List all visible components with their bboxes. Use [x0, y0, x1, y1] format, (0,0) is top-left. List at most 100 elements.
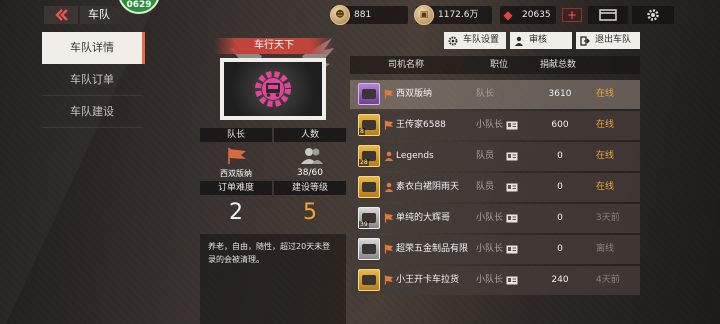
id-card-icon[interactable]	[506, 214, 518, 223]
member-avatar[interactable]: 28	[358, 145, 380, 167]
captain-label: 队长	[200, 128, 272, 142]
shop-button[interactable]	[588, 6, 628, 24]
team-emblem[interactable]	[220, 58, 326, 120]
exit-icon	[580, 35, 590, 46]
truck-icon	[362, 244, 376, 254]
member-donation: 0	[557, 244, 563, 254]
build-level-label: 建设等级	[274, 181, 346, 195]
member-avatar[interactable]: 8	[358, 114, 380, 136]
member-role: 队长	[476, 89, 495, 99]
member-name: 素衣白裙阴雨天	[396, 182, 460, 192]
captain-flag-icon	[228, 148, 246, 164]
sidebar-item-team-building[interactable]: 车队建设	[42, 96, 142, 128]
truck-icon	[362, 275, 376, 285]
member-role: 队员	[476, 182, 495, 192]
col-role: 职位	[490, 60, 509, 70]
person-icon	[384, 182, 394, 192]
id-card-icon[interactable]	[506, 245, 518, 254]
build-level-value: 5	[303, 200, 317, 225]
member-row[interactable]: 素衣白裙阴雨天 队员 0 在线	[350, 173, 640, 202]
member-row[interactable]: 超荣五金制品有限 小队长 0 离线	[350, 235, 640, 264]
truck-icon	[362, 182, 376, 192]
member-row[interactable]: 小王开卡车拉货 小队长 240 4天前	[350, 266, 640, 295]
cash-icon: ▣	[414, 5, 434, 25]
sidebar-item-team-orders[interactable]: 车队订单	[42, 64, 142, 96]
member-status: 在线	[596, 151, 615, 161]
top-bar: 车队 0629 ☻ 881 ▣ 1172.6万 ◆ 20635 +	[0, 0, 720, 30]
member-row[interactable]: 8 王传家6588 小队长 600 在线	[350, 111, 640, 140]
sidebar: 车队详情 车队订单 车队建设	[42, 32, 145, 128]
member-row[interactable]: 西双版纳 队长 3610 在线	[350, 80, 640, 109]
member-level: 28	[359, 159, 369, 166]
gem-icon: ◆	[503, 8, 513, 22]
members-label: 人数	[274, 128, 346, 142]
member-status: 在线	[596, 120, 615, 130]
add-gems-button[interactable]: +	[562, 8, 582, 22]
member-table-header: 司机名称 职位 捐献总数	[350, 56, 640, 74]
member-name: 单纯的大辉哥	[396, 213, 451, 223]
member-list: 西双版纳 队长 3610 在线 8 王传家6588 小队长 600 在线 28 Legends 队员 0…	[350, 80, 640, 297]
shop-icon	[599, 9, 617, 21]
person-icon	[515, 36, 523, 46]
quit-team-button[interactable]: 退出车队	[576, 32, 640, 49]
gear-icon	[647, 9, 659, 21]
member-status: 离线	[596, 244, 615, 254]
captain-name[interactable]: 西双版纳	[200, 168, 272, 179]
team-gear-truck-icon	[255, 71, 291, 107]
member-donation: 0	[557, 213, 563, 223]
member-avatar[interactable]: 39	[358, 207, 380, 229]
member-row[interactable]: 39 单纯的大辉哥 小队长 0 3天前	[350, 204, 640, 233]
member-level: 39	[359, 221, 369, 228]
member-role: 小队长	[476, 213, 504, 223]
members-count: 38/60	[297, 168, 323, 178]
gems-counter[interactable]: ◆ 20635	[500, 6, 556, 24]
coins-value: 881	[354, 10, 372, 20]
col-driver-name: 司机名称	[388, 60, 425, 70]
coin-icon: ☻	[330, 5, 350, 25]
sidebar-item-team-details[interactable]: 车队详情	[42, 32, 145, 64]
member-role: 小队长	[476, 275, 504, 285]
settings-button[interactable]	[632, 6, 674, 24]
flag-icon	[384, 120, 393, 130]
id-card-icon[interactable]	[506, 121, 518, 130]
back-button[interactable]	[44, 6, 78, 24]
id-card-icon[interactable]	[506, 183, 518, 192]
member-name: Legends	[396, 151, 434, 161]
member-name: 小王开卡车拉货	[396, 275, 460, 285]
member-name: 王传家6588	[396, 120, 446, 130]
gear-icon	[448, 36, 458, 45]
member-avatar[interactable]	[358, 269, 380, 291]
team-settings-label: 车队设置	[463, 35, 500, 45]
back-arrow-icon	[55, 9, 68, 21]
col-donation: 捐献总数	[540, 60, 577, 70]
team-settings-button[interactable]: 车队设置	[444, 32, 506, 49]
cash-value: 1172.6万	[438, 10, 479, 20]
difficulty-value: 2	[229, 200, 243, 225]
id-card-icon[interactable]	[506, 276, 518, 285]
flag-icon	[384, 244, 393, 254]
id-card-icon[interactable]	[506, 152, 518, 161]
member-avatar[interactable]	[358, 83, 380, 105]
member-donation: 0	[557, 151, 563, 161]
member-avatar[interactable]	[358, 176, 380, 198]
cash-counter[interactable]: ▣ 1172.6万	[414, 5, 492, 25]
member-donation: 240	[551, 275, 569, 285]
member-status: 在线	[596, 89, 615, 99]
member-role: 小队长	[476, 120, 504, 130]
flag-icon	[384, 89, 393, 99]
review-button[interactable]: 审核	[510, 32, 572, 49]
team-name: 车行天下	[214, 38, 334, 54]
member-name: 超荣五金制品有限	[396, 244, 469, 254]
member-donation: 600	[551, 120, 569, 130]
gems-value: 20635	[522, 10, 551, 20]
member-role: 小队长	[476, 244, 504, 254]
person-icon	[384, 151, 394, 161]
member-row[interactable]: 28 Legends 队员 0 在线	[350, 142, 640, 171]
review-label: 审核	[529, 35, 548, 45]
flag-icon	[384, 213, 393, 223]
flag-icon	[384, 275, 393, 285]
member-avatar[interactable]	[358, 238, 380, 260]
member-name: 西双版纳	[396, 89, 433, 99]
coins-counter[interactable]: ☻ 881	[330, 5, 408, 25]
members-icon	[301, 148, 323, 164]
